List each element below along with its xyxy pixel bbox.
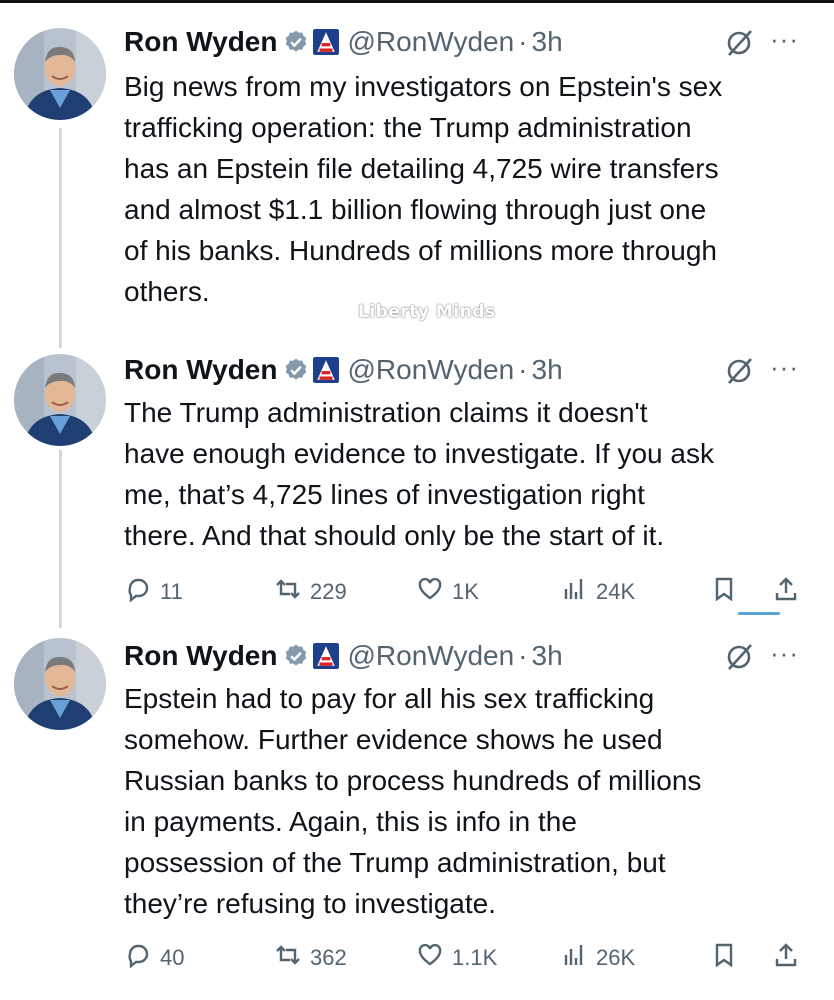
tweet[interactable]: Ron Wyden @RonWyden · 3h ··· Epstein had… xyxy=(0,636,834,996)
reply-count: 11 xyxy=(160,579,183,604)
avatar[interactable] xyxy=(14,354,106,446)
like-count: 1.1K xyxy=(452,945,498,970)
reply-icon xyxy=(124,941,160,975)
bookmark-icon xyxy=(710,575,746,609)
grok-icon[interactable] xyxy=(724,28,754,58)
separator-dot: · xyxy=(518,354,528,385)
tweet-header: Ron Wyden @RonWyden · 3h xyxy=(124,636,563,676)
views-icon xyxy=(560,575,596,609)
avatar[interactable] xyxy=(14,28,106,120)
author-name[interactable]: Ron Wyden xyxy=(124,26,277,58)
verified-badge-icon xyxy=(283,29,309,55)
more-options-icon[interactable]: ··· xyxy=(770,352,799,383)
government-flag-icon xyxy=(313,29,340,55)
tweet-text: Epstein had to pay for all his sex traff… xyxy=(124,683,702,919)
like-count: 1K xyxy=(452,579,479,604)
tweet-actions: 40 362 1.1K 26K xyxy=(124,938,814,978)
repost-count: 362 xyxy=(310,945,347,970)
government-flag-icon xyxy=(313,357,340,383)
verified-badge-icon xyxy=(283,643,309,669)
repost-count: 229 xyxy=(310,579,347,604)
author-handle[interactable]: @RonWyden xyxy=(347,354,514,386)
views-count: 24K xyxy=(596,579,636,604)
timestamp[interactable]: 3h xyxy=(532,354,563,386)
tweet-text: The Trump administration claims it doesn… xyxy=(124,397,714,551)
heart-icon xyxy=(416,941,452,975)
share-button[interactable] xyxy=(772,938,808,978)
views-button[interactable]: 26K xyxy=(560,938,635,978)
tweet-text: Big news from my investigators on Epstei… xyxy=(124,71,723,307)
share-icon xyxy=(772,575,808,609)
bookmark-icon xyxy=(710,941,746,975)
more-options-icon[interactable]: ··· xyxy=(770,638,799,669)
verified-badge-icon xyxy=(283,357,309,383)
grok-icon[interactable] xyxy=(724,642,754,672)
reply-icon xyxy=(124,575,160,609)
avatar[interactable] xyxy=(14,638,106,730)
author-name[interactable]: Ron Wyden xyxy=(124,354,277,386)
like-button[interactable]: 1K xyxy=(416,572,479,612)
bookmark-underline xyxy=(738,612,780,615)
timestamp[interactable]: 3h xyxy=(532,26,563,58)
like-button[interactable]: 1.1K xyxy=(416,938,497,978)
tweet-header: Ron Wyden @RonWyden · 3h xyxy=(124,350,563,390)
tweet[interactable]: Ron Wyden @RonWyden · 3h ··· Big news fr… xyxy=(0,22,834,332)
tweet-actions: 11 229 1K 24K xyxy=(124,572,814,612)
heart-icon xyxy=(416,575,452,609)
tweet[interactable]: Ron Wyden @RonWyden · 3h ··· The Trump a… xyxy=(0,350,834,620)
bookmark-button[interactable] xyxy=(710,572,746,612)
author-handle[interactable]: @RonWyden xyxy=(347,26,514,58)
author-handle[interactable]: @RonWyden xyxy=(347,640,514,672)
reply-button[interactable]: 11 xyxy=(124,572,183,612)
views-count: 26K xyxy=(596,945,636,970)
timestamp[interactable]: 3h xyxy=(532,640,563,672)
views-icon xyxy=(560,941,596,975)
separator-dot: · xyxy=(518,640,528,671)
reply-button[interactable]: 40 xyxy=(124,938,184,978)
top-divider xyxy=(0,0,834,3)
repost-button[interactable]: 229 xyxy=(274,572,347,612)
more-options-icon[interactable]: ··· xyxy=(770,24,799,55)
repost-icon xyxy=(274,575,310,609)
share-button[interactable] xyxy=(772,572,808,612)
share-icon xyxy=(772,941,808,975)
grok-icon[interactable] xyxy=(724,356,754,386)
reply-count: 40 xyxy=(160,945,185,970)
bookmark-button[interactable] xyxy=(710,938,746,978)
tweet-header: Ron Wyden @RonWyden · 3h xyxy=(124,22,563,62)
repost-button[interactable]: 362 xyxy=(274,938,347,978)
author-name[interactable]: Ron Wyden xyxy=(124,640,277,672)
views-button[interactable]: 24K xyxy=(560,572,635,612)
repost-icon xyxy=(274,941,310,975)
separator-dot: · xyxy=(518,26,528,57)
government-flag-icon xyxy=(313,643,340,669)
watermark: Liberty Minds xyxy=(358,302,496,322)
